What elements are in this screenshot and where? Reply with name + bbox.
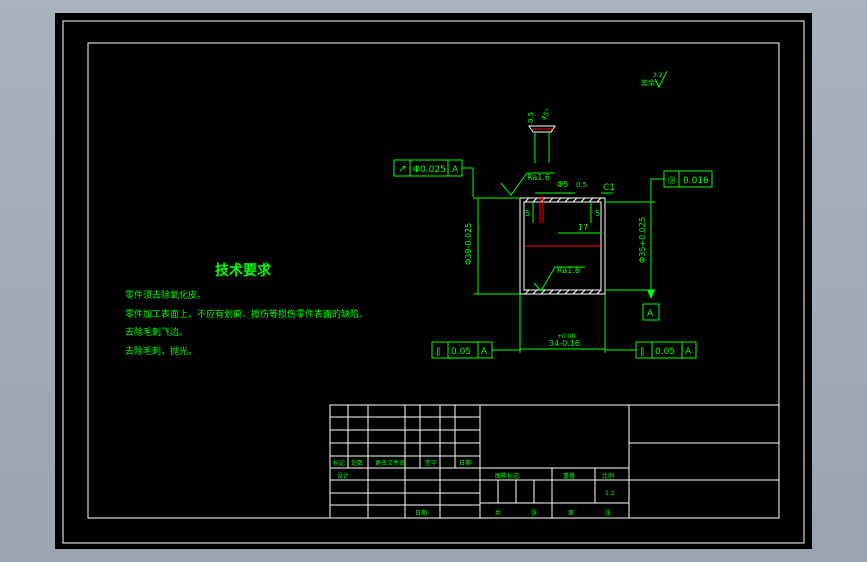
runout-frame-left: ↗ Φ0.025 A (393, 159, 474, 197)
svg-text:∥: ∥ (640, 347, 645, 357)
svg-text:◎: ◎ (667, 175, 676, 186)
svg-text:签字: 签字 (425, 459, 437, 467)
parallel-right-value: 0.05 (655, 347, 675, 357)
parallel-right-datum: A (685, 347, 692, 357)
runout-frame-right: ◎ 0.016 (650, 170, 713, 201)
datum-a-box: A (647, 309, 654, 319)
runout-left-value: Φ0.025 (413, 165, 446, 175)
inner-frame (87, 42, 780, 519)
title-block: 标记 处数 更改文件名 签字 日期 设计 日期 图样标记 重量 比例 1:1 共… (329, 404, 780, 519)
chamfer-detail: 0.5 45° (527, 107, 556, 163)
surface-finish-general: 其余 3.2 (641, 70, 668, 89)
svg-text:更改文件名: 更改文件名 (375, 459, 405, 467)
parallel-left-datum: A (481, 347, 488, 357)
svg-text:重量: 重量 (563, 472, 575, 480)
ra-inner-text: Ra1.6 (557, 266, 580, 275)
svg-text:标记: 标记 (333, 459, 345, 467)
surface-finish-value: 3.2 (653, 72, 663, 79)
parallel-frame-right: ∥ 0.05 A (605, 341, 697, 359)
tb-date: 日期 (415, 509, 427, 517)
tech-item-1: 零件须去除氧化皮。 (125, 289, 206, 301)
svg-text:第: 第 (568, 509, 574, 517)
cad-drawing: 其余 3.2 0.5 45° ↗ Φ0.025 A ◎ 0.016 5 5 17… (62, 20, 805, 544)
tech-item-4: 去除毛刺，抛光。 (125, 345, 197, 357)
dim-length-text: 34-0.16 (549, 339, 580, 348)
tb-design: 设计 (337, 472, 349, 480)
tech-item-3: 去除毛刺飞边。 (125, 326, 188, 338)
dim-five-left: 5 (525, 209, 530, 218)
ra-top: Ra1.6 (500, 172, 555, 196)
dim-outer-text: Φ39-0.025 (464, 223, 473, 265)
tech-item-2: 零件加工表面上，不应有划痕、擦伤等损伤零件表面的缺陷。 (125, 308, 368, 320)
tb-scale: 1:1 (605, 490, 615, 497)
runout-left-datum: A (452, 165, 459, 175)
runout-right-value: 0.016 (683, 176, 709, 186)
ra-top-text: Ra1.6 (527, 173, 550, 182)
dim-outer: Φ39-0.025 (464, 197, 520, 295)
tech-title: 技术要求 (215, 262, 272, 279)
svg-text:张: 张 (531, 509, 537, 517)
ra-inner: Ra1.6 (533, 266, 585, 292)
dim-inner: Φ35+0.025 A (605, 201, 660, 321)
svg-text:日期: 日期 (459, 459, 471, 467)
svg-text:处数: 处数 (351, 459, 363, 467)
svg-text:张: 张 (605, 509, 611, 517)
svg-text:比例: 比例 (602, 472, 614, 480)
dim-half: 0.5 (576, 181, 587, 189)
surface-finish-label: 其余 (641, 78, 655, 87)
parallel-left-value: 0.05 (451, 347, 471, 357)
chamfer-value: 0.5 (527, 112, 535, 123)
dim-c1: C1 (603, 183, 615, 193)
drawing-viewport[interactable]: 其余 3.2 0.5 45° ↗ Φ0.025 A ◎ 0.016 5 5 17… (55, 13, 812, 549)
dim-length: +0.08 34-0.16 (519, 294, 606, 353)
chamfer-angle: 45° (540, 107, 553, 122)
svg-text:共: 共 (495, 509, 501, 517)
tech-requirements: 技术要求 零件须去除氧化皮。 零件加工表面上，不应有划痕、擦伤等损伤零件表面的缺… (125, 262, 368, 357)
dim-five-right: 5 (595, 209, 600, 218)
dim-phi5: Φ5 (557, 180, 568, 189)
dim-seventeen: 17 (578, 223, 588, 232)
parallel-frame-left: ∥ 0.05 A (431, 341, 520, 359)
svg-text:↗: ↗ (398, 164, 406, 175)
svg-text:图样标记: 图样标记 (495, 472, 519, 480)
dim-inner-text: Φ35+0.025 (638, 217, 647, 263)
part-section: 5 5 17 (519, 196, 606, 295)
svg-text:∥: ∥ (436, 347, 441, 357)
